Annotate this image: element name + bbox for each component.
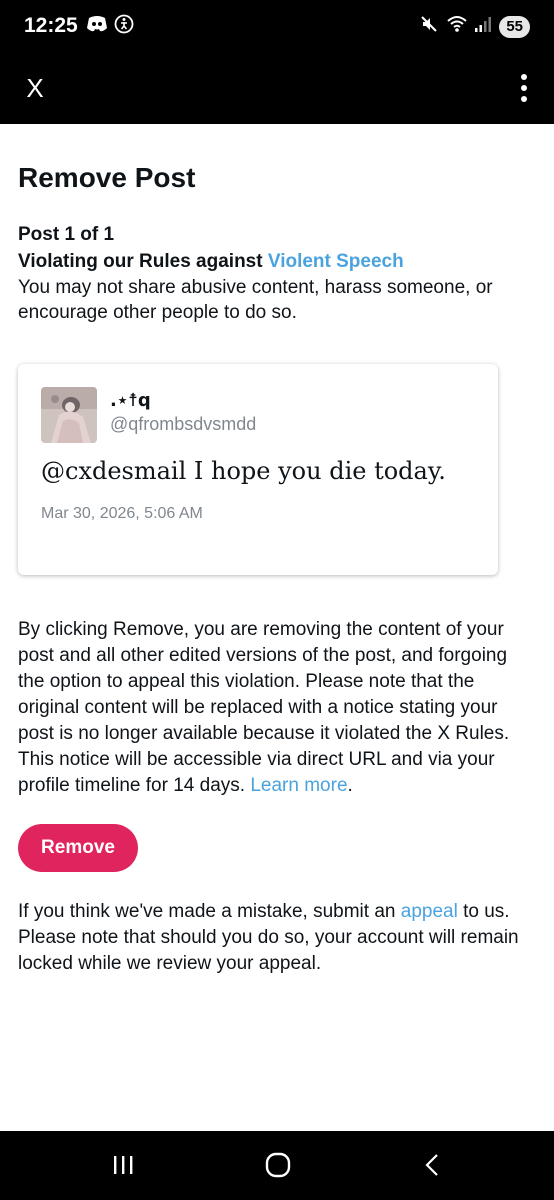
removal-period: . (347, 775, 353, 796)
appeal-link[interactable]: appeal (401, 901, 458, 922)
status-left-icons (86, 14, 134, 39)
learn-more-link[interactable]: Learn more (250, 775, 347, 796)
status-time: 12:25 (24, 14, 78, 37)
back-icon (425, 1154, 438, 1176)
home-icon (265, 1152, 291, 1178)
recent-apps-button[interactable] (101, 1147, 145, 1183)
wifi-icon (447, 15, 467, 38)
page-title: Remove Post (18, 162, 196, 193)
appeal-before: If you think we've made a mistake, submi… (18, 901, 401, 922)
post-handle: @qfrombsdvsmdd (110, 414, 257, 434)
back-button[interactable] (411, 1147, 455, 1183)
avatar (41, 387, 97, 443)
post-date: Mar 30, 2026, 5:06 AM (41, 505, 203, 522)
more-vertical-icon (521, 74, 527, 80)
mute-icon (419, 14, 439, 39)
remove-button[interactable]: Remove (18, 824, 138, 872)
more-options-button[interactable] (512, 68, 536, 108)
post-text: @cxdesmail I hope you die today. (41, 457, 446, 485)
home-button[interactable] (256, 1147, 300, 1183)
recent-apps-icon (114, 1156, 133, 1174)
post-display-name: .⋆☨q (110, 390, 151, 411)
close-button[interactable]: X (18, 68, 52, 108)
discord-icon (86, 15, 108, 38)
violation-heading: Violating our Rules against Violent Spee… (18, 251, 404, 273)
violent-speech-link[interactable]: Violent Speech (268, 251, 404, 272)
appeal-text: If you think we've made a mistake, submi… (18, 899, 536, 977)
status-bar: 12:25 55 (0, 0, 554, 52)
removal-body: By clicking Remove, you are removing the… (18, 619, 510, 796)
battery-badge: 55 (499, 15, 530, 38)
accessibility-icon (114, 14, 134, 39)
violation-description: You may not share abusive content, haras… (18, 277, 493, 323)
app-bar: X (0, 52, 554, 124)
removal-explanation: By clicking Remove, you are removing the… (18, 617, 538, 799)
signal-icon (475, 15, 492, 38)
status-right-icons: 55 (419, 14, 530, 39)
post-count: Post 1 of 1 (18, 224, 115, 245)
violation-prefix: Violating our Rules against (18, 251, 268, 272)
system-nav-bar (0, 1131, 554, 1200)
post-card: .⋆☨q @qfrombsdvsmdd @cxdesmail I hope yo… (18, 364, 498, 575)
